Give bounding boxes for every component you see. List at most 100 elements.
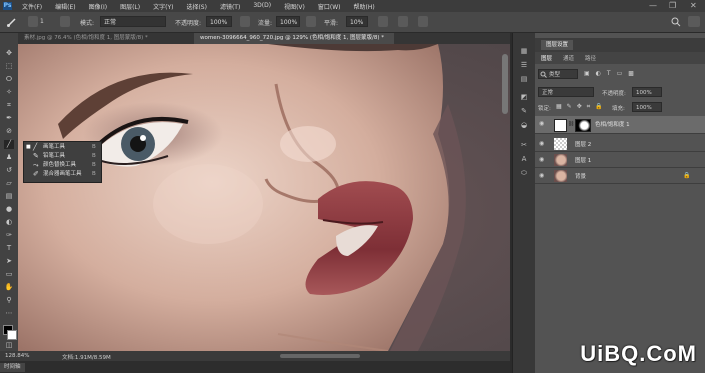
eye-icon[interactable]: ◉ [539, 120, 544, 127]
tab-paths[interactable]: 路径 [585, 54, 596, 62]
eye-icon[interactable]: ◉ [539, 156, 544, 163]
close-button[interactable]: ✕ [690, 1, 697, 10]
move-tool-icon[interactable]: ✥ [4, 49, 14, 58]
opacity-label: 不透明度: [175, 20, 202, 27]
menu-file[interactable]: 文件(F) [22, 2, 42, 11]
menu-help[interactable]: 帮助(H) [354, 2, 375, 11]
timeline-tab[interactable]: 时间轴 [0, 363, 25, 372]
more-tools-icon[interactable]: ⋯ [4, 309, 14, 318]
workspace-icon[interactable] [688, 16, 700, 27]
character-panel-icon[interactable]: A [519, 155, 529, 164]
tab-layers[interactable]: 图层 [541, 54, 552, 62]
lock-icons[interactable]: ▦✎✥⌗🔒 [556, 103, 608, 111]
pressure-size-icon[interactable] [398, 16, 408, 27]
symmetry-icon[interactable] [418, 16, 428, 27]
adjustment-thumbnail [554, 119, 567, 132]
brush-size-picker[interactable] [28, 16, 38, 27]
eye-icon[interactable]: ◉ [539, 140, 544, 147]
eraser-tool-icon[interactable]: ▱ [4, 179, 14, 188]
dodge-tool-icon[interactable]: ◐ [4, 218, 14, 227]
link-icon: ⛓ [568, 121, 575, 127]
fill-input[interactable]: 100% [632, 102, 662, 112]
crop-tool-icon[interactable]: ⌗ [4, 101, 14, 110]
zoom-level[interactable]: 128.84% [5, 353, 29, 359]
photoshop-logo: Ps [3, 2, 12, 10]
minimize-button[interactable]: — [649, 1, 657, 10]
path-select-tool-icon[interactable]: ➤ [4, 257, 14, 266]
type-tool-icon[interactable]: T [4, 244, 14, 253]
zoom-tool-icon[interactable]: ⚲ [4, 296, 14, 305]
history-panel-icon[interactable]: ▦ [519, 47, 529, 56]
panel-title[interactable]: 图层设置 [541, 40, 574, 50]
smoothing-label: 平滑: [324, 20, 339, 27]
flyout-item-pencil[interactable]: ✎ 铅笔工具 B [24, 152, 101, 161]
brush-preset-icon[interactable] [6, 16, 18, 28]
background-color-swatch[interactable] [7, 330, 17, 340]
swatches-panel-icon[interactable]: ▤ [519, 75, 529, 84]
layer-mask-thumbnail[interactable] [575, 119, 591, 132]
layer-row[interactable]: ◉ 图层 1 [535, 152, 705, 168]
tab-document-1[interactable]: 素材.jpg @ 76.4% (色相/饱和度 1, 图层蒙版/8) * [18, 33, 194, 44]
mode-select[interactable]: 正常 [100, 16, 166, 27]
eye-icon[interactable]: ◉ [539, 172, 544, 179]
pressure-opacity-icon[interactable] [240, 16, 250, 27]
lasso-tool-icon[interactable]: ⵔ [4, 75, 14, 84]
rectangle-tool-icon[interactable]: ▭ [4, 270, 14, 279]
menu-edit[interactable]: 编辑(E) [55, 2, 75, 11]
search-icon[interactable] [671, 17, 681, 27]
layers-panel [535, 33, 705, 373]
marquee-tool-icon[interactable]: ⬚ [4, 62, 14, 71]
menu-select[interactable]: 选择(S) [186, 2, 207, 11]
tool-presets-icon[interactable]: ✂ [519, 141, 529, 150]
gear-icon[interactable] [378, 16, 388, 27]
tab-channels[interactable]: 通道 [563, 54, 574, 62]
healing-brush-tool-icon[interactable]: ⊘ [4, 127, 14, 136]
eyedropper-tool-icon[interactable]: ✒ [4, 114, 14, 123]
flyout-item-color-replace[interactable]: ⤳ 颜色替换工具 B [24, 161, 101, 170]
menu-image[interactable]: 图像(I) [89, 2, 107, 11]
mixer-brush-icon: ✐ [33, 170, 39, 178]
flow-input[interactable]: 100% [276, 16, 300, 27]
flyout-item-brush[interactable]: ■ ╱ 画笔工具 B [24, 143, 101, 152]
menu-3d[interactable]: 3D(D) [253, 2, 271, 11]
gradient-tool-icon[interactable]: ▤ [4, 192, 14, 201]
adjustments-panel-icon[interactable]: ◩ [519, 93, 529, 102]
color-panel-icon[interactable]: ◒ [519, 121, 529, 130]
brush-panel-toggle-icon[interactable] [60, 16, 70, 27]
brush-tool-icon[interactable]: ╱ [4, 140, 14, 149]
layer-thumbnail [554, 138, 567, 150]
hand-tool-icon[interactable]: ✋ [4, 283, 14, 292]
blur-tool-icon[interactable]: ● [4, 205, 14, 214]
layer-filter-icons[interactable]: ▣◐T▭▩ [584, 70, 640, 77]
history-brush-tool-icon[interactable]: ↺ [4, 166, 14, 175]
menu-filter[interactable]: 滤镜(T) [220, 2, 240, 11]
brush-settings-icon[interactable]: ✎ [519, 107, 529, 116]
layer-row[interactable]: ◉ 背景 🔒 [535, 168, 705, 184]
menu-view[interactable]: 视图(V) [284, 2, 305, 11]
maximize-button[interactable]: ❐ [669, 1, 676, 10]
vertical-scrollbar[interactable] [502, 54, 508, 114]
quick-mask-icon[interactable]: ◫ [4, 341, 14, 350]
horizontal-scrollbar[interactable] [280, 354, 360, 358]
flyout-item-mixer-brush[interactable]: ✐ 混合器画笔工具 B [24, 170, 101, 179]
blend-mode-select[interactable]: 正常 [538, 87, 594, 97]
layer-row[interactable]: ◉ ⛓ 色相/饱和度 1 [535, 116, 705, 134]
menu-layer[interactable]: 图层(L) [120, 2, 140, 11]
paths-panel-icon[interactable]: ⬭ [519, 169, 529, 178]
layer-opacity-input[interactable]: 100% [632, 87, 662, 97]
pen-tool-icon[interactable]: ✑ [4, 231, 14, 240]
airbrush-icon[interactable] [306, 16, 316, 27]
document-canvas[interactable] [18, 44, 510, 351]
tab-document-2[interactable]: women-3096664_960_720.jpg @ 129% (色相/饱和度… [194, 33, 394, 44]
smoothing-input[interactable]: 10% [346, 16, 368, 27]
layer-name: 色相/饱和度 1 [595, 122, 630, 128]
menu-window[interactable]: 窗口(W) [318, 2, 341, 11]
opacity-input[interactable]: 100% [206, 16, 232, 27]
layer-row[interactable]: ◉ 图层 2 [535, 136, 705, 152]
lock-icon: 🔒 [683, 172, 691, 179]
clone-stamp-tool-icon[interactable]: ♟ [4, 153, 14, 162]
properties-panel-icon[interactable]: ☰ [519, 61, 529, 70]
menu-type[interactable]: 文字(Y) [153, 2, 173, 11]
quick-select-tool-icon[interactable]: ✧ [4, 88, 14, 97]
document-size: 文档:1.91M/8.59M [62, 355, 111, 361]
